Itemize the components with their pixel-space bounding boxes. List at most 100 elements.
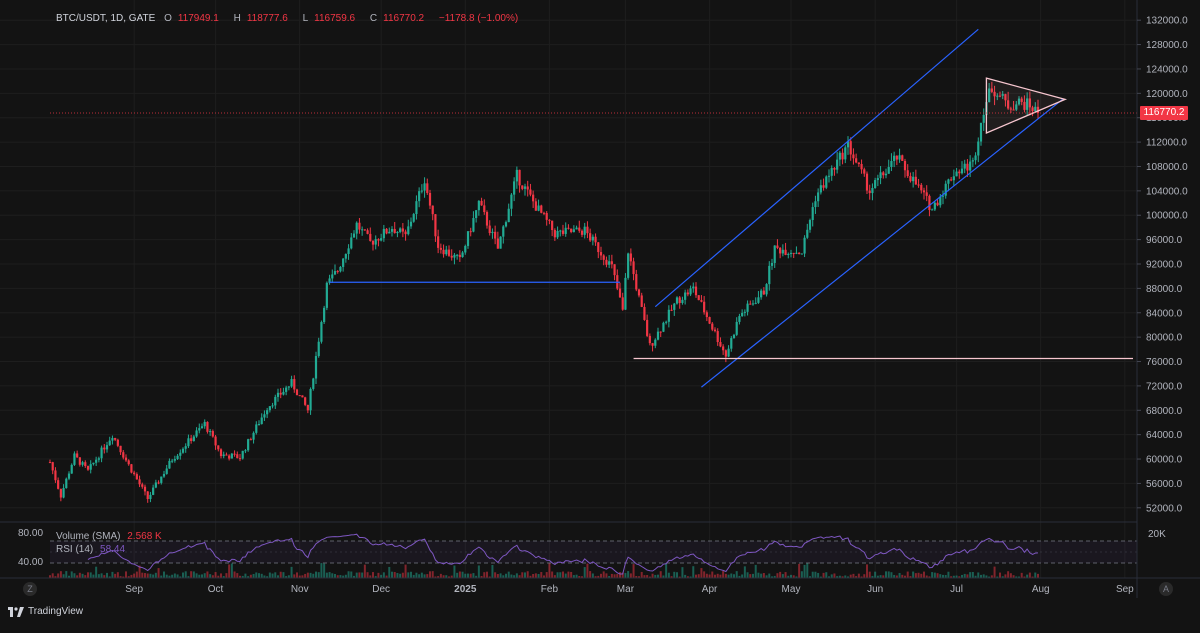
candle-body [483, 205, 486, 213]
volume-bar [396, 573, 399, 578]
candle-body [458, 254, 461, 258]
volume-bar [111, 571, 114, 578]
candle-body [507, 208, 510, 223]
volume-bar [613, 574, 616, 578]
zoom-button[interactable]: Z [23, 582, 37, 596]
candle-body [958, 171, 961, 174]
volume-bar [1028, 572, 1031, 578]
candle-body [437, 236, 440, 248]
candle-body [301, 395, 304, 398]
volume-bar [399, 573, 402, 578]
volume-bar [282, 572, 285, 578]
volume-bar [627, 571, 630, 578]
volume-bar [184, 571, 187, 578]
candle-body [936, 202, 939, 206]
volume-bar [144, 573, 146, 578]
volume-bar [936, 573, 939, 578]
volume-bar [135, 571, 138, 578]
candle-body [233, 453, 236, 455]
candle-body [947, 179, 950, 184]
candle-body [665, 321, 668, 323]
candle-body [838, 152, 841, 160]
volume-bar [947, 571, 950, 578]
candle-body [553, 230, 556, 238]
volume-bar [556, 572, 559, 578]
volume-bar [914, 573, 917, 578]
volume-bar [833, 573, 836, 578]
candle-body [86, 466, 90, 470]
volume-bar [800, 571, 803, 578]
low-label: L [302, 13, 309, 24]
x-tick-label: Sep [1116, 584, 1134, 595]
volume-bar [521, 572, 524, 578]
volume-bar [760, 573, 763, 578]
candle-body [195, 430, 198, 437]
volume-bar [274, 572, 277, 578]
candle-body [401, 228, 404, 232]
volume-bar [857, 573, 860, 578]
candle-body [279, 392, 282, 395]
volume-bar [293, 574, 296, 578]
candle-body [893, 155, 896, 162]
candle-body [141, 484, 144, 487]
volume-bar [92, 574, 95, 578]
candle-body [827, 175, 831, 177]
candle-body [890, 161, 893, 168]
rsi-legend[interactable]: RSI (14) 58.44 [56, 544, 125, 555]
candle-body [532, 194, 535, 202]
candle-body [534, 201, 537, 211]
candle-body [171, 460, 174, 462]
volume-bar [133, 573, 136, 578]
volume-bar [586, 563, 589, 578]
candle-body [450, 255, 453, 258]
candle-body [917, 184, 920, 186]
volume-bar [377, 572, 380, 578]
candle-body [393, 228, 396, 234]
auto-scale-button[interactable]: A [1159, 582, 1173, 596]
volume-scale-label: 20K [1148, 529, 1166, 540]
candle-body [293, 379, 296, 390]
volume-bar [410, 571, 412, 578]
volume-bar [971, 571, 974, 578]
candle-body [578, 227, 581, 231]
chart-root[interactable]: 52000.0 56000.0 60000.0 64000.0 68000.0 72000… [0, 0, 1200, 628]
candle-body [884, 173, 888, 176]
candle-body [119, 445, 122, 453]
candle-body [819, 185, 822, 193]
candle-body [741, 312, 744, 317]
x-tick-label: Aug [1032, 584, 1050, 595]
volume-bar [811, 571, 814, 578]
volume-bar [507, 571, 510, 578]
volume-bar [681, 567, 684, 578]
symbol-label[interactable]: BTC/USDT, 1D, GATE [56, 13, 155, 24]
candle-body [675, 297, 679, 304]
volume-bar [203, 573, 206, 578]
volume-bar [499, 573, 502, 578]
candle-body [773, 245, 776, 263]
volume-bar [743, 566, 746, 578]
volume-bar [163, 571, 165, 578]
volume-bar [591, 573, 594, 578]
volume-bar [977, 572, 980, 578]
volume-bar [290, 566, 293, 578]
candle-body [219, 449, 223, 457]
candle-body [336, 271, 339, 273]
volume-bar [258, 573, 260, 578]
candle-body [798, 252, 801, 255]
x-tick-label: Nov [291, 584, 309, 595]
volume-bar [999, 572, 1001, 578]
candle-body [84, 462, 87, 467]
candle-body [646, 319, 649, 336]
volume-bar [629, 573, 632, 578]
candle-body [325, 282, 328, 308]
branding[interactable]: TradingView [8, 606, 83, 617]
volume-bar [461, 571, 464, 578]
volume-legend[interactable]: Volume (SMA) 2.568 K [56, 531, 162, 542]
candle-body [244, 450, 247, 452]
price-chart[interactable]: 52000.0 56000.0 60000.0 64000.0 68000.0 72000… [0, 0, 1200, 628]
x-tick-label: Jul [950, 584, 963, 595]
candle-body [111, 438, 114, 441]
candle-body [396, 231, 399, 234]
candle-body [618, 288, 622, 298]
volume-bar [887, 571, 890, 578]
